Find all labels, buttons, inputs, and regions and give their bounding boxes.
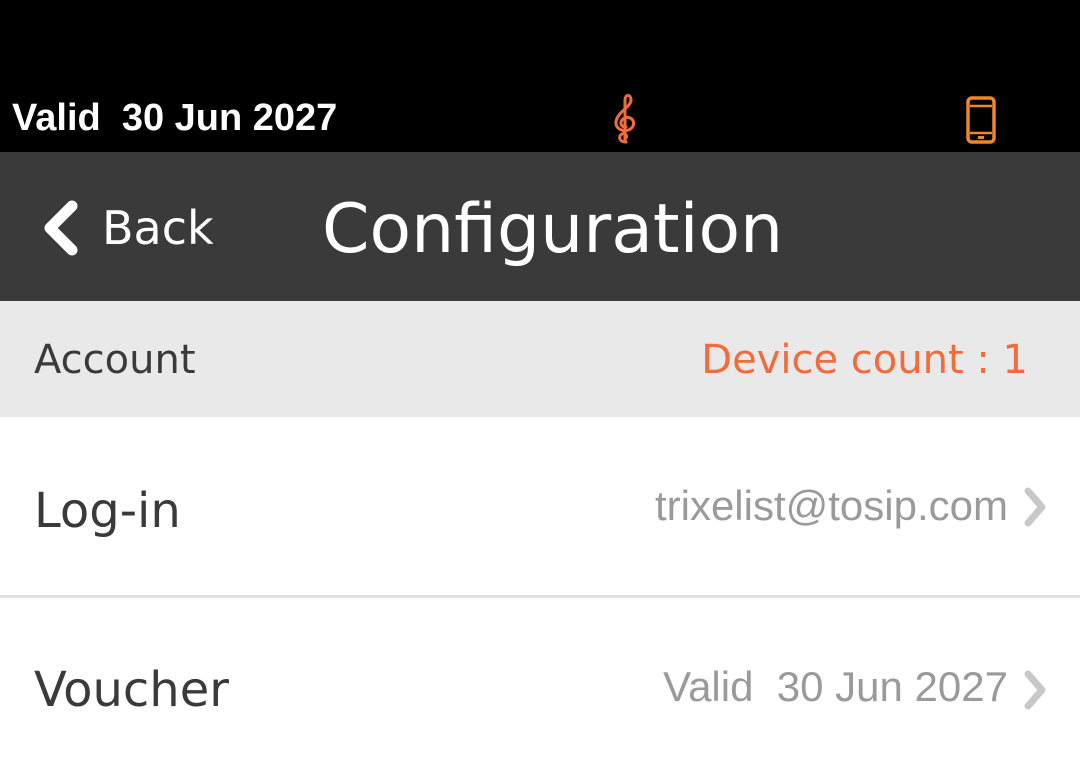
back-label: Back bbox=[102, 201, 214, 255]
login-row[interactable]: Log-in trixelist@tosip.com bbox=[0, 417, 1080, 595]
voucher-row[interactable]: Voucher Valid 30 Jun 2027 bbox=[0, 598, 1080, 762]
voucher-label: Voucher bbox=[34, 662, 229, 718]
smartphone-icon[interactable] bbox=[966, 96, 996, 144]
voucher-validity-value: Valid 30 Jun 2027 bbox=[663, 663, 1008, 710]
login-email-value: trixelist@tosip.com bbox=[654, 482, 1008, 529]
chevron-left-icon bbox=[44, 200, 78, 256]
chevron-right-icon bbox=[1024, 487, 1046, 527]
page-title: Configuration bbox=[322, 190, 784, 269]
treble-clef-icon bbox=[614, 94, 636, 144]
account-section-label: Account bbox=[34, 337, 196, 383]
chevron-right-icon bbox=[1024, 670, 1046, 710]
back-button[interactable]: Back bbox=[38, 190, 214, 266]
status-validity-text: Valid 30 Jun 2027 bbox=[12, 97, 338, 139]
login-label: Log-in bbox=[34, 483, 181, 539]
device-count-label: Device count : 1 bbox=[701, 337, 1028, 383]
